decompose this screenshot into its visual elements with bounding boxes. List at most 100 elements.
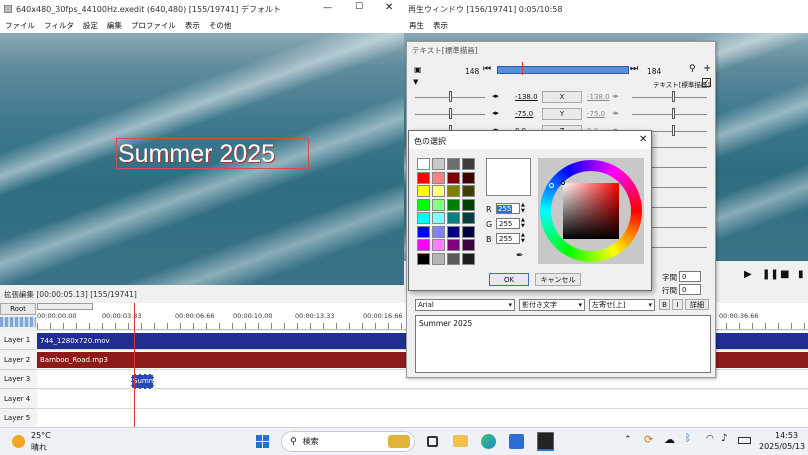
next-frame-icon[interactable]: ⏭: [630, 64, 638, 74]
root-button[interactable]: Root: [0, 303, 36, 315]
main-menu-item[interactable]: その他: [209, 20, 232, 31]
detail-button[interactable]: 詳細: [685, 299, 709, 310]
bluetooth-icon[interactable]: ᛒ: [685, 433, 691, 444]
timeline-scroll[interactable]: [0, 317, 36, 327]
color-swatch[interactable]: [462, 185, 475, 197]
close-button[interactable]: ✕: [385, 2, 393, 13]
pause-icon[interactable]: ❚❚: [762, 269, 779, 280]
style-select[interactable]: 影付き文字 ▾: [519, 299, 585, 311]
b-field[interactable]: 255: [496, 233, 520, 244]
text-content-area[interactable]: Summer 2025: [415, 315, 711, 373]
param-right-value[interactable]: -138.0: [587, 93, 610, 101]
param-slider-knob[interactable]: [449, 108, 452, 119]
windows-start-icon[interactable]: [256, 435, 269, 448]
pin-icon[interactable]: ⚲: [689, 64, 696, 74]
hue-marker[interactable]: [549, 183, 554, 188]
minimize-button[interactable]: —: [323, 3, 332, 13]
color-swatch[interactable]: [462, 171, 475, 184]
color-swatch[interactable]: [417, 225, 430, 238]
search-box[interactable]: ⚲ 検索: [281, 431, 415, 452]
color-swatch[interactable]: [462, 239, 475, 251]
task-view-icon[interactable]: [427, 436, 438, 447]
g-field[interactable]: 255: [496, 218, 520, 229]
color-swatch[interactable]: [447, 171, 460, 184]
layer-label[interactable]: Layer 1: [0, 331, 36, 350]
color-swatch[interactable]: [417, 212, 430, 224]
tray-overflow-icon[interactable]: ⌃: [624, 435, 632, 445]
align-select[interactable]: 左寄せ[上] ▾: [589, 299, 655, 311]
weather-temp[interactable]: 25°C: [31, 431, 51, 440]
maximize-button[interactable]: ☐: [355, 2, 363, 12]
sync-icon[interactable]: ⟳: [644, 433, 653, 446]
layer-label[interactable]: Layer 4: [0, 389, 36, 409]
param-right-value[interactable]: -75.0: [587, 110, 605, 118]
color-swatch[interactable]: [417, 171, 430, 184]
volume-icon[interactable]: ♪: [721, 433, 727, 444]
color-swatch[interactable]: [447, 225, 460, 238]
font-select[interactable]: Arial ▾: [415, 299, 515, 311]
bold-button[interactable]: B: [659, 299, 670, 310]
color-swatch[interactable]: [432, 252, 445, 265]
color-swatch[interactable]: [462, 158, 475, 170]
color-swatch[interactable]: [432, 239, 445, 251]
italic-button[interactable]: I: [672, 299, 683, 310]
color-swatch[interactable]: [432, 212, 445, 224]
b-spinner[interactable]: ▲ ▼: [521, 232, 525, 244]
edge-icon[interactable]: [481, 434, 496, 449]
overlay-text-object[interactable]: Summer 2025: [116, 138, 309, 169]
saturation-square[interactable]: [563, 183, 619, 239]
color-swatch[interactable]: [417, 239, 430, 251]
wifi-icon[interactable]: ◠: [706, 434, 714, 444]
prev-frame-icon[interactable]: ⏮: [483, 64, 491, 74]
param-step-icon[interactable]: ◂▸: [612, 92, 619, 100]
param-left-value[interactable]: -75.0: [515, 110, 533, 118]
stop-icon[interactable]: ■: [780, 269, 789, 280]
color-swatch[interactable]: [462, 252, 475, 265]
ruler-scroll[interactable]: [37, 303, 93, 310]
param-left-value[interactable]: -138.0: [515, 93, 538, 101]
collapse-icon[interactable]: ▼: [413, 78, 418, 86]
main-menu-item[interactable]: 設定: [83, 20, 98, 31]
r-spinner[interactable]: ▲ ▼: [521, 202, 525, 214]
r-field[interactable]: 255: [496, 203, 520, 214]
param-step-icon[interactable]: ◂▸: [492, 92, 499, 100]
playhead[interactable]: [134, 303, 135, 427]
color-swatch[interactable]: [447, 198, 460, 211]
aviutl-icon[interactable]: [537, 432, 554, 451]
ok-button[interactable]: OK: [489, 273, 529, 286]
layer-label[interactable]: Layer 3: [0, 370, 36, 389]
color-swatch[interactable]: [462, 198, 475, 211]
clock-time[interactable]: 14:53: [775, 431, 798, 440]
color-swatch[interactable]: [447, 239, 460, 251]
color-swatch[interactable]: [432, 171, 445, 184]
line-spacing-field[interactable]: 0: [679, 284, 701, 295]
param-slider-knob[interactable]: [449, 91, 452, 102]
record-icon[interactable]: ▮: [798, 269, 804, 280]
eyedropper-icon[interactable]: ✒: [516, 251, 524, 261]
main-menu-item[interactable]: ファイル: [5, 20, 35, 31]
param-slider-knob[interactable]: [672, 125, 675, 136]
g-spinner[interactable]: ▲ ▼: [521, 217, 525, 229]
add-filter-icon[interactable]: +: [703, 63, 711, 74]
param-slider-knob[interactable]: [672, 91, 675, 102]
mode-checkbox[interactable]: ✓: [702, 78, 711, 87]
clock-date[interactable]: 2025/05/13: [759, 442, 805, 451]
color-swatch[interactable]: [462, 225, 475, 238]
main-menu-item[interactable]: 編集: [107, 20, 122, 31]
color-wheel-panel[interactable]: [538, 158, 644, 264]
frame-range-bar[interactable]: [497, 66, 629, 74]
param-step-icon[interactable]: ◂▸: [612, 109, 619, 117]
param-slider-knob[interactable]: [672, 108, 675, 119]
color-swatch[interactable]: [417, 198, 430, 211]
color-swatch[interactable]: [462, 212, 475, 224]
sv-marker[interactable]: [561, 181, 565, 185]
main-menu-item[interactable]: 表示: [185, 20, 200, 31]
cancel-button[interactable]: キャンセル: [535, 273, 581, 286]
layer-label[interactable]: Layer 2: [0, 350, 36, 370]
color-swatch[interactable]: [432, 225, 445, 238]
store-icon[interactable]: [509, 434, 524, 449]
color-swatch[interactable]: [447, 212, 460, 224]
layer-toggle-icon[interactable]: ▣: [414, 65, 422, 74]
layer-lane[interactable]: [37, 389, 808, 409]
weather-text[interactable]: 晴れ: [31, 442, 47, 453]
